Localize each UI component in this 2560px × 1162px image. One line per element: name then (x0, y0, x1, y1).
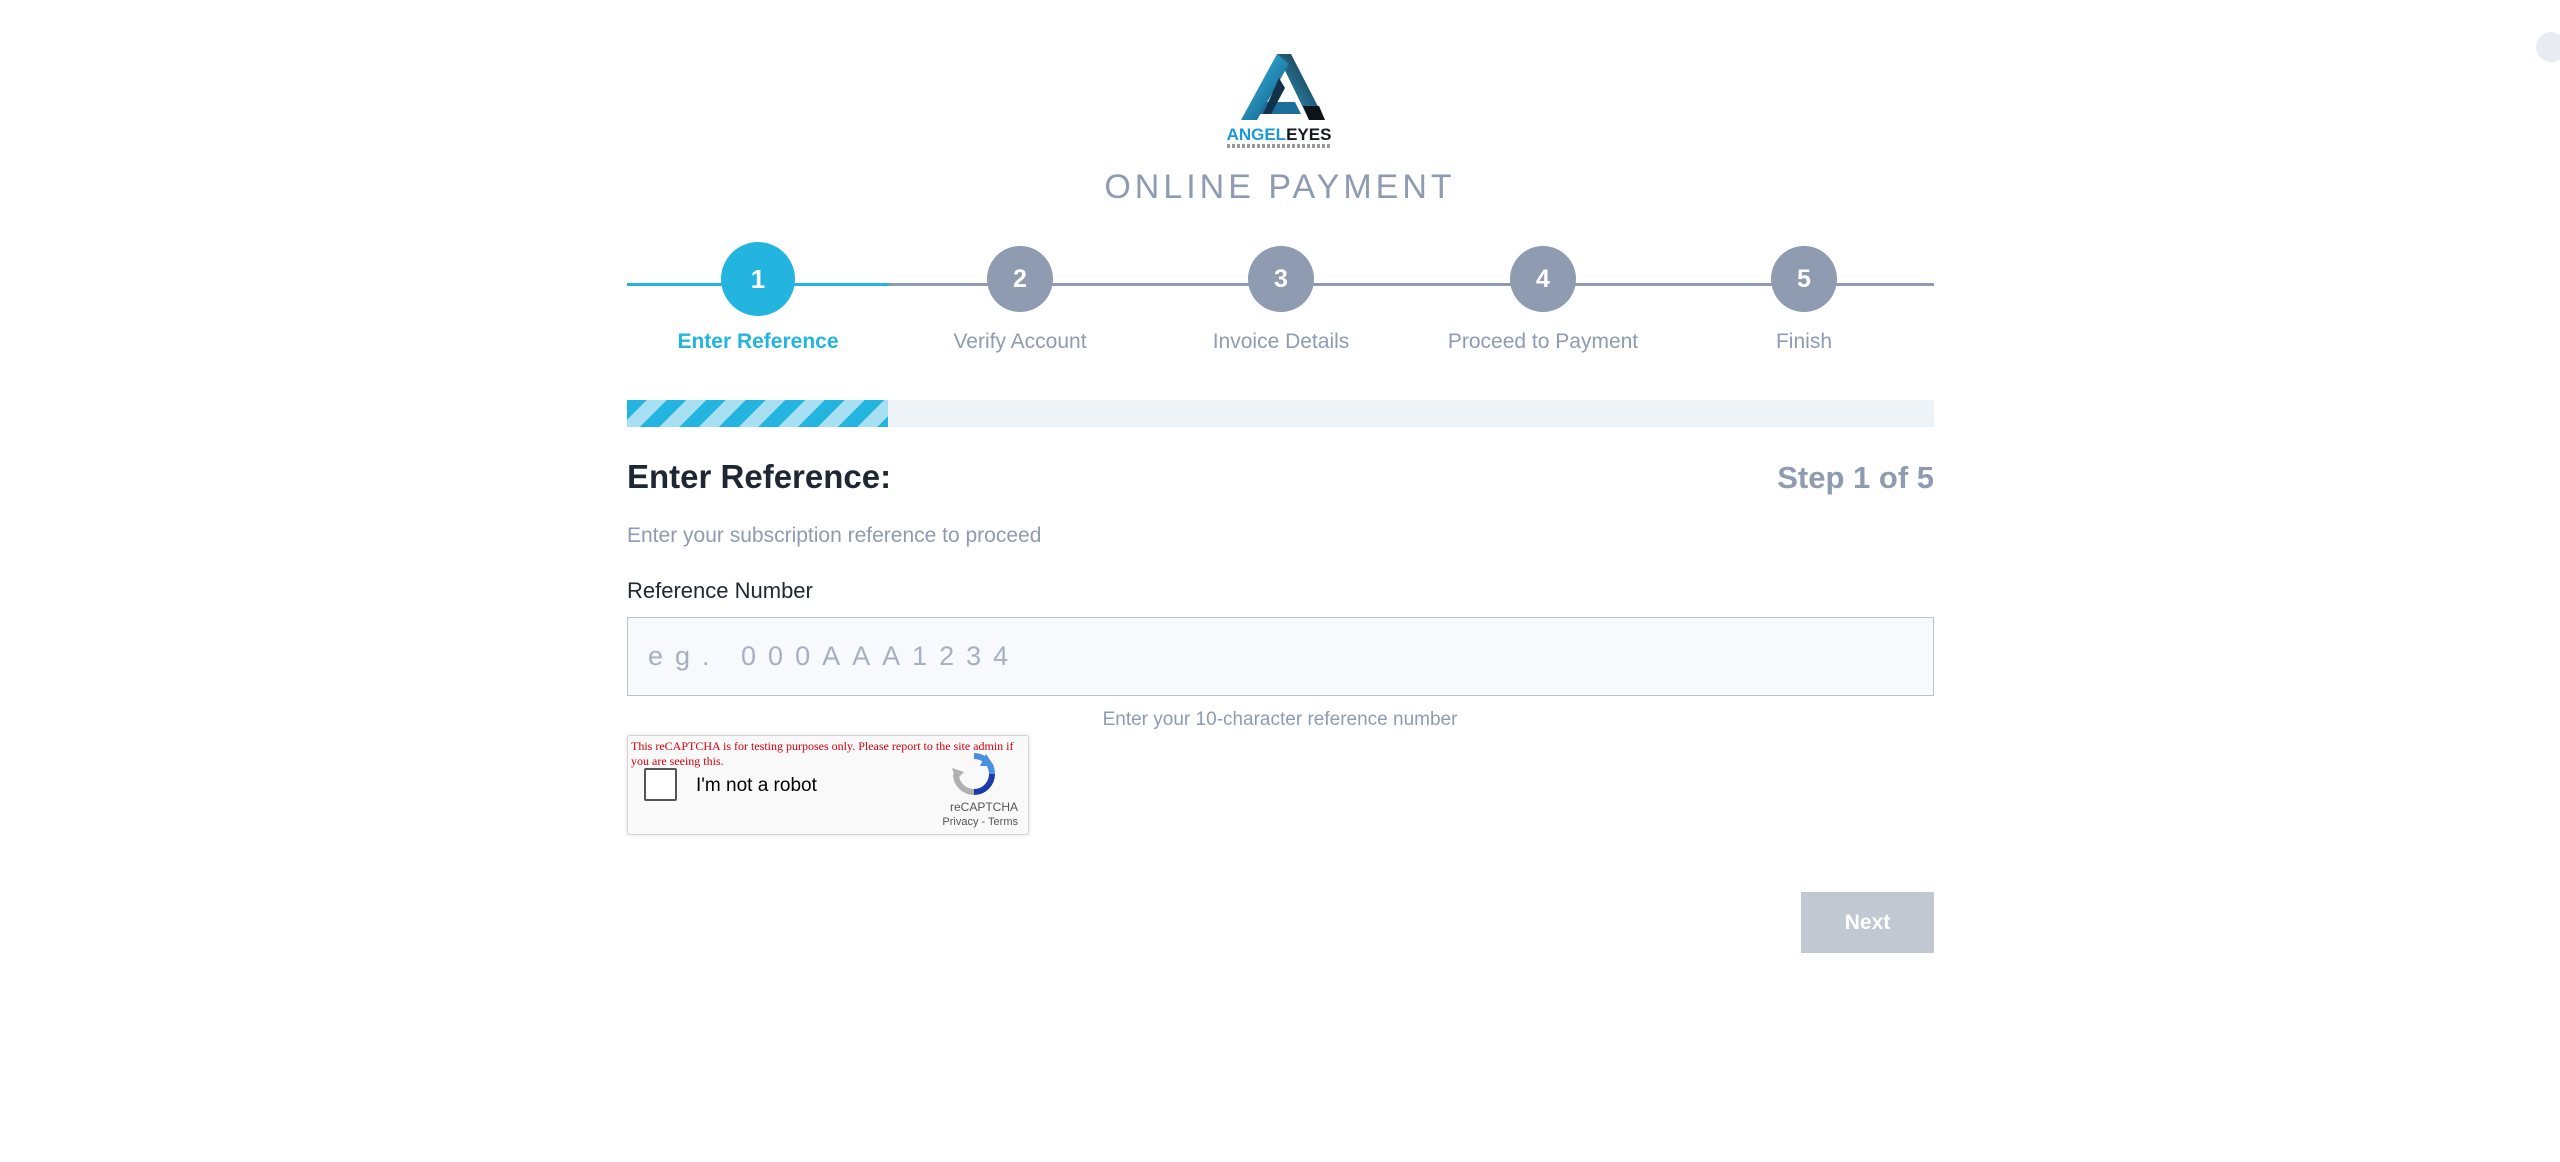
step-4-label: Proceed to Payment (1447, 330, 1639, 353)
brand-name-part2: EYES (1286, 125, 1332, 144)
next-button[interactable]: Next (1801, 892, 1934, 953)
reference-number-input[interactable] (627, 617, 1934, 696)
page-title: ONLINE PAYMENT (1104, 168, 1456, 206)
recaptcha-checkbox[interactable] (644, 768, 677, 801)
recaptcha-logo-icon (952, 753, 995, 795)
brand-tagline (1227, 144, 1331, 148)
step-counter: Step 1 of 5 (1777, 460, 1934, 495)
scrollbar-indicator[interactable] (2536, 32, 2560, 62)
step-2-label: Verify Account (953, 330, 1087, 353)
step-1-circle: 1 (721, 242, 795, 316)
recaptcha-label: I'm not a robot (696, 775, 817, 796)
brand-logo: ANGELEYES (1219, 48, 1339, 156)
recaptcha-terms-link[interactable]: Terms (988, 816, 1018, 828)
step-5-label: Finish (1775, 330, 1833, 353)
angel-eyes-logo-icon (1241, 54, 1325, 120)
step-5: 5 Finish (1673, 246, 1935, 354)
reference-number-label: Reference Number (627, 578, 813, 603)
brand-name: ANGELEYES (1219, 126, 1339, 144)
form-description: Enter your subscription reference to pro… (627, 524, 1042, 547)
recaptcha-privacy-link[interactable]: Privacy (942, 816, 978, 828)
step-2-circle: 2 (987, 246, 1053, 312)
recaptcha-brand: reCAPTCHA (949, 800, 1018, 814)
step-3-circle: 3 (1248, 246, 1314, 312)
progress-stepper: 1 Enter Reference 2 Verify Account 3 Inv… (627, 242, 1935, 366)
brand-name-part1: ANGEL (1226, 125, 1287, 144)
step-2: 2 Verify Account (889, 246, 1151, 354)
progress-bar-fill (627, 400, 889, 427)
step-3: 3 Invoice Details (1150, 246, 1412, 354)
recaptcha-links: Privacy - Terms (898, 816, 1018, 828)
step-5-circle: 5 (1771, 246, 1837, 312)
progress-bar (627, 400, 1934, 427)
recaptcha-widget: This reCAPTCHA is for testing purposes o… (627, 735, 1029, 835)
step-4: 4 Proceed to Payment (1412, 246, 1674, 354)
step-4-circle: 4 (1510, 246, 1576, 312)
recaptcha-link-separator: - (981, 816, 986, 828)
step-1-label: Enter Reference (677, 330, 839, 353)
reference-help-text: Enter your 10-character reference number (1102, 709, 1458, 730)
step-1: 1 Enter Reference (627, 242, 889, 354)
step-3-label: Invoice Details (1212, 330, 1350, 353)
form-heading: Enter Reference: (627, 458, 892, 495)
